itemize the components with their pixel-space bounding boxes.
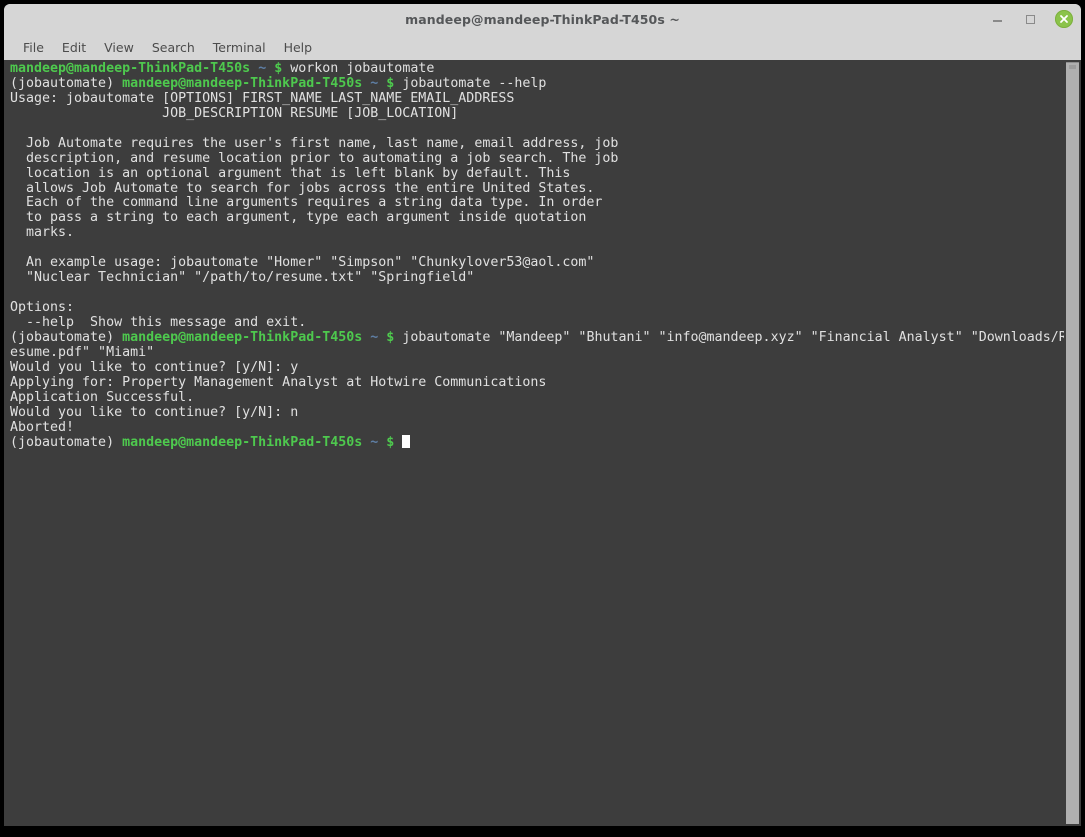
terminal-output-line: An example usage: jobautomate "Homer" "S…	[10, 255, 1064, 271]
terminal-output-line: Aborted!	[10, 419, 1064, 436]
terminal-output-line: Would you like to continue? [y/N]: y	[10, 359, 1064, 376]
terminal-output-text: JOB_DESCRIPTION RESUME [JOB_LOCATION]	[10, 105, 459, 121]
prompt-command: workon jobautomate	[282, 61, 435, 76]
terminal-body: mandeep@mandeep-ThinkPad-T450s ~ $ worko…	[4, 60, 1081, 826]
terminal-output-line: Usage: jobautomate [OPTIONS] FIRST_NAME …	[10, 90, 1064, 107]
terminal-output-line: Options:	[10, 300, 1064, 316]
terminal-output-line: to pass a string to each argument, type …	[10, 210, 1064, 226]
terminal-prompt-line: (jobautomate) mandeep@mandeep-ThinkPad-T…	[10, 329, 1064, 346]
terminal-output-line: Each of the command line arguments requi…	[10, 195, 1064, 211]
terminal-output-line: Applying for: Property Management Analys…	[10, 374, 1064, 391]
terminal-output-text: allows Job Automate to search for jobs a…	[10, 180, 595, 196]
terminal-output-text: Application Successful.	[10, 389, 195, 405]
terminal-output-line: location is an optional argument that is…	[10, 165, 1064, 182]
prompt-venv: (jobautomate)	[10, 435, 123, 451]
terminal-output-line: marks.	[10, 225, 1064, 241]
titlebar: mandeep@mandeep-ThinkPad-T450s ~	[4, 4, 1081, 34]
menu-item-help[interactable]: Help	[275, 38, 322, 57]
terminal-output-line: --help Show this message and exit.	[10, 314, 1064, 331]
terminal-window: mandeep@mandeep-ThinkPad-T450s ~ File Ed…	[4, 4, 1081, 826]
terminal-active-prompt-line: (jobautomate) mandeep@mandeep-ThinkPad-T…	[10, 435, 1064, 450]
terminal-output-text: Each of the command line arguments requi…	[10, 195, 603, 211]
maximize-icon[interactable]	[1022, 11, 1039, 28]
menu-item-terminal[interactable]: Terminal	[204, 38, 275, 57]
scrollbar-grip	[1069, 65, 1076, 69]
terminal-output[interactable]: mandeep@mandeep-ThinkPad-T450s ~ $ worko…	[4, 60, 1064, 826]
terminal-output-text: --help Show this message and exit.	[10, 314, 307, 330]
prompt-path: ~	[258, 61, 267, 76]
menu-item-view[interactable]: View	[95, 38, 143, 57]
terminal-prompt-line: (jobautomate) mandeep@mandeep-ThinkPad-T…	[10, 75, 1064, 92]
terminal-output-text: Would you like to continue? [y/N]: y	[10, 359, 299, 375]
menu-item-edit[interactable]: Edit	[53, 38, 95, 57]
terminal-output-line: JOB_DESCRIPTION RESUME [JOB_LOCATION]	[10, 105, 1064, 122]
terminal-prompt-line: mandeep@mandeep-ThinkPad-T450s ~ $ worko…	[10, 61, 1064, 77]
window-controls	[989, 4, 1073, 34]
prompt-user-host: mandeep@mandeep-ThinkPad-T450s	[122, 435, 363, 451]
terminal-output-text: Applying for: Property Management Analys…	[10, 374, 547, 390]
minimize-icon[interactable]	[989, 11, 1006, 28]
terminal-output-text: marks.	[10, 225, 75, 241]
terminal-output-text: Usage: jobautomate [OPTIONS] FIRST_NAME …	[10, 90, 515, 106]
terminal-output-line: Job Automate requires the user's first n…	[10, 135, 1064, 152]
prompt-venv: (jobautomate)	[10, 329, 123, 345]
window-title: mandeep@mandeep-ThinkPad-T450s ~	[405, 11, 680, 27]
terminal-cursor	[402, 435, 411, 449]
prompt-command	[394, 435, 402, 450]
prompt-user-host: mandeep@mandeep-ThinkPad-T450s	[122, 329, 363, 345]
terminal-output-text: to pass a string to each argument, type …	[10, 210, 587, 226]
prompt-user-host: mandeep@mandeep-ThinkPad-T450s	[122, 75, 363, 91]
terminal-output-line: Would you like to continue? [y/N]: n	[10, 404, 1064, 421]
terminal-output-line: "Nuclear Technician" "/path/to/resume.tx…	[10, 270, 1064, 286]
terminal-output-line: allows Job Automate to search for jobs a…	[10, 180, 1064, 197]
terminal-output-text: Would you like to continue? [y/N]: n	[10, 404, 299, 420]
prompt-user-host: mandeep@mandeep-ThinkPad-T450s	[10, 61, 251, 76]
terminal-output-text: An example usage: jobautomate "Homer" "S…	[10, 255, 595, 271]
terminal-output-line: description, and resume location prior t…	[10, 150, 1064, 167]
terminal-output-text: "Nuclear Technician" "/path/to/resume.tx…	[10, 270, 475, 286]
close-icon[interactable]	[1055, 10, 1073, 28]
scrollbar-thumb[interactable]	[1066, 62, 1079, 824]
terminal-output-text: Options:	[10, 300, 75, 315]
terminal-output-line: esume.pdf" "Miami"	[10, 344, 1064, 361]
terminal-output-line: Application Successful.	[10, 389, 1064, 406]
terminal-output-text: Job Automate requires the user's first n…	[10, 135, 619, 151]
prompt-command: jobautomate "Mandeep" "Bhutani" "info@ma…	[394, 329, 1064, 345]
terminal-output-text: description, and resume location prior t…	[10, 150, 619, 166]
terminal-output-text: location is an optional argument that is…	[10, 165, 571, 181]
prompt-command: jobautomate --help	[394, 75, 547, 91]
terminal-scrollbar[interactable]	[1064, 60, 1081, 826]
terminal-output-text: esume.pdf" "Miami"	[10, 344, 155, 360]
prompt-venv: (jobautomate)	[10, 75, 123, 91]
menubar: File Edit View Search Terminal Help	[4, 34, 1081, 60]
terminal-output-text: Aborted!	[10, 419, 75, 435]
menu-item-file[interactable]: File	[14, 38, 53, 57]
menu-item-search[interactable]: Search	[143, 38, 204, 57]
